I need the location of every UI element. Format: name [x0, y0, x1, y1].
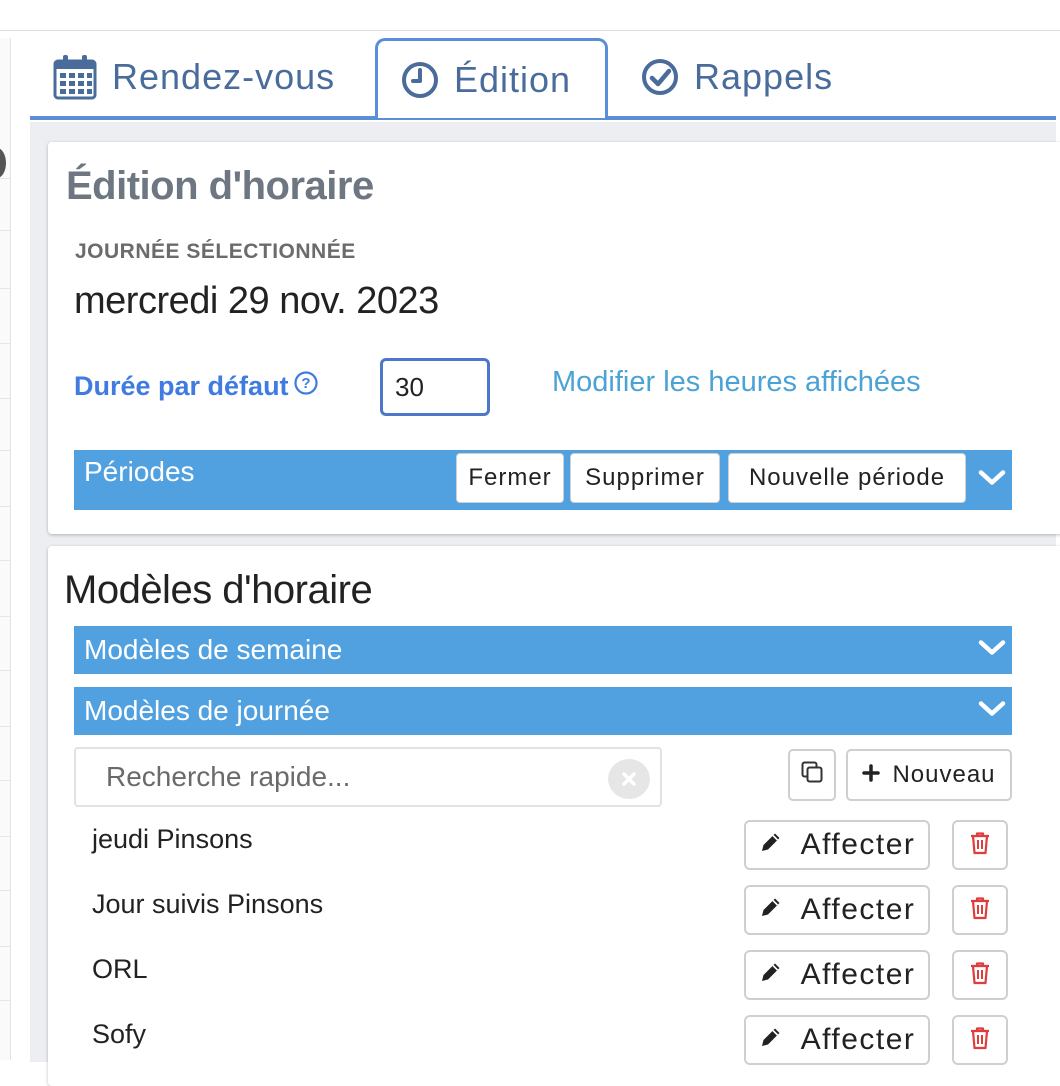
svg-text:?: ? [301, 375, 310, 392]
list-item: jeudi Pinsons Affecter [74, 820, 1014, 884]
week-models-header[interactable]: Modèles de semaine [74, 626, 1012, 674]
list-item: Jour suivis Pinsons Affecter [74, 885, 1014, 949]
plus-icon [862, 761, 881, 789]
tab-label: Rappels [694, 56, 834, 97]
selected-day-label: JOURNÉE SÉLECTIONNÉE [75, 240, 356, 263]
modify-hours-link[interactable]: Modifier les heures affichées [552, 366, 921, 399]
default-duration-input[interactable] [380, 358, 490, 416]
trash-icon [969, 831, 991, 860]
trash-icon [969, 961, 991, 990]
tab-bar: Rendez-vous Édition Rappels [30, 38, 1056, 120]
delete-model-button[interactable] [952, 1015, 1008, 1065]
delete-model-button[interactable] [952, 950, 1008, 1000]
chevron-down-icon [976, 697, 1008, 726]
default-duration-label: Durée par défaut ? [74, 370, 319, 403]
tab-label: Rendez-vous [112, 56, 336, 97]
tab-edition[interactable]: Édition [375, 38, 608, 118]
search-input[interactable] [104, 760, 588, 794]
models-title: Modèles d'horaire [64, 568, 373, 612]
close-button[interactable]: Fermer [456, 453, 564, 503]
sidebar-handle[interactable] [0, 148, 6, 178]
top-bar [0, 0, 1060, 31]
assign-button[interactable]: Affecter [744, 950, 930, 1000]
calendar-icon [52, 53, 98, 101]
trash-icon [969, 1026, 991, 1055]
quick-search-box [74, 747, 662, 807]
pencil-icon [759, 828, 783, 862]
delete-button[interactable]: Supprimer [570, 453, 720, 503]
new-period-button[interactable]: Nouvelle période [728, 453, 966, 503]
tab-label: Édition [454, 58, 572, 100]
tab-rendez-vous[interactable]: Rendez-vous [52, 38, 335, 116]
left-sidebar-edge [0, 38, 11, 1060]
new-model-button[interactable]: Nouveau [846, 749, 1012, 801]
duplicate-button[interactable] [788, 749, 836, 801]
model-name: ORL [92, 954, 148, 984]
pencil-icon [759, 893, 783, 927]
assign-button[interactable]: Affecter [744, 1015, 930, 1065]
day-models-header[interactable]: Modèles de journée [74, 687, 1012, 735]
periods-section-header[interactable]: Périodes Fermer Supprimer Nouvelle pério… [74, 450, 1012, 510]
check-circle-icon [640, 57, 680, 97]
assign-button[interactable]: Affecter [744, 885, 930, 935]
page-title: Édition d'horaire [66, 164, 374, 208]
trash-icon [969, 896, 991, 925]
help-icon[interactable]: ? [293, 370, 319, 403]
schedule-models-card: Modèles d'horaire Modèles de semaine Mod… [48, 546, 1060, 1086]
model-name: Jour suivis Pinsons [92, 889, 324, 919]
chevron-down-icon[interactable] [976, 466, 1008, 495]
pencil-icon [759, 958, 783, 992]
delete-model-button[interactable] [952, 885, 1008, 935]
list-item: ORL Affecter [74, 950, 1014, 1014]
pencil-icon [759, 1023, 783, 1057]
periods-title: Périodes [84, 456, 195, 487]
copy-icon [800, 760, 824, 791]
schedule-edit-card: Édition d'horaire JOURNÉE SÉLECTIONNÉE m… [48, 142, 1060, 534]
content-panel: Édition d'horaire JOURNÉE SÉLECTIONNÉE m… [30, 122, 1060, 1086]
selected-day-value: mercredi 29 nov. 2023 [74, 280, 439, 322]
tab-rappels[interactable]: Rappels [640, 38, 833, 116]
model-name: jeudi Pinsons [92, 824, 253, 854]
list-item: Sofy Affecter [74, 1015, 1014, 1079]
delete-model-button[interactable] [952, 820, 1008, 870]
clear-search-icon[interactable] [608, 759, 650, 799]
chevron-down-icon [976, 636, 1008, 665]
model-name: Sofy [92, 1019, 147, 1049]
assign-button[interactable]: Affecter [744, 820, 930, 870]
clock-icon [400, 60, 440, 100]
